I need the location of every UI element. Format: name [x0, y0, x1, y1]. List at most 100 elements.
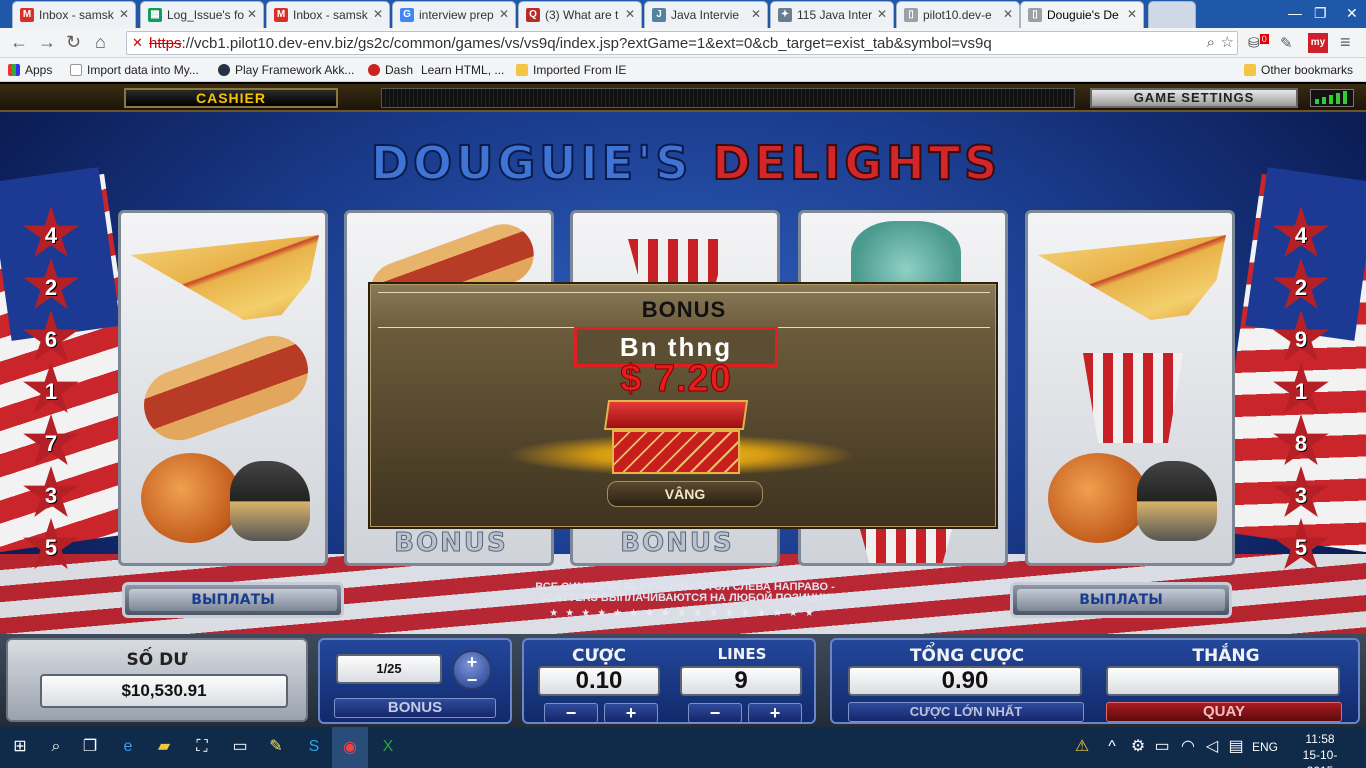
browser-tab[interactable]: ▦ Log_Issue's fo ✕ — [140, 1, 264, 28]
notepad-icon[interactable]: ✎ — [264, 735, 288, 759]
forward-icon[interactable]: → — [38, 32, 56, 53]
close-tab-icon[interactable]: ✕ — [499, 7, 509, 21]
new-tab-button[interactable] — [1148, 1, 1196, 28]
globe-icon — [218, 64, 230, 76]
bonus-button[interactable]: BONUS — [334, 698, 496, 718]
menu-icon[interactable]: ≡ — [1340, 32, 1351, 53]
bookmarks-bar: Apps Import data into My... Play Framewo… — [0, 58, 1366, 82]
reel-5 — [1025, 210, 1235, 566]
network-share-icon[interactable]: ⚙ — [1126, 735, 1150, 759]
extension-badge: 0 — [1259, 34, 1269, 44]
lines-decrease-button[interactable]: − — [688, 703, 742, 723]
bonus-counter: 1/25 — [336, 654, 442, 684]
extension-icon[interactable]: ⛁ 0 — [1248, 34, 1269, 52]
address-bar[interactable]: ✕ https://vcb1.pilot10.dev-env.biz/gs2c/… — [126, 31, 1238, 55]
battery-icon[interactable]: ▭ — [1150, 735, 1174, 759]
soda-cup-symbol — [1083, 353, 1183, 443]
skype-icon[interactable]: S — [302, 735, 326, 759]
bookmark-dash[interactable]: Dash — [368, 63, 413, 77]
popup-title: BONUS — [378, 292, 990, 328]
sneaker-symbol — [230, 461, 310, 541]
volume-icon[interactable]: ◁ — [1200, 735, 1224, 759]
tab-label: Inbox - samsk — [39, 8, 114, 22]
signal-strength-icon — [1310, 89, 1354, 107]
browser-tab[interactable]: J Java Intervie ✕ — [644, 1, 768, 28]
eyedropper-icon[interactable]: ✎ — [1280, 34, 1293, 52]
balance-panel: SỐ DƯ $10,530.91 — [6, 638, 308, 722]
close-tab-icon[interactable]: ✕ — [373, 7, 383, 21]
minimize-icon[interactable]: — — [1288, 5, 1302, 21]
bookmark-learn-html[interactable]: Learn HTML, ... — [421, 63, 504, 77]
edge-icon[interactable]: e — [116, 735, 140, 759]
payouts-button-left[interactable]: ВЫПЛАТЫ — [122, 582, 344, 618]
bookmark-apps[interactable]: Apps — [8, 63, 52, 77]
browser-tab[interactable]: M Inbox - samsk ✕ — [12, 1, 136, 28]
file-explorer-icon[interactable]: ▰ — [152, 735, 176, 759]
spin-button[interactable]: QUAY — [1106, 702, 1342, 722]
notifications-icon[interactable]: ▤ — [1224, 735, 1248, 759]
close-tab-icon[interactable]: ✕ — [119, 7, 129, 21]
bookmark-imported-from-ie[interactable]: Imported From IE — [516, 63, 626, 77]
home-icon[interactable]: ⌂ — [95, 32, 106, 53]
basketball-symbol — [141, 453, 241, 543]
browser-tab[interactable]: ✦ 115 Java Inter ✕ — [770, 1, 894, 28]
popup-ok-button[interactable]: VÂNG — [607, 481, 763, 507]
other-bookmarks[interactable]: Other bookmarks — [1244, 63, 1353, 77]
browser-tab[interactable]: Q (3) What are t ✕ — [518, 1, 642, 28]
cashier-button[interactable]: CASHIER — [124, 88, 338, 108]
warning-icon[interactable]: ⚠ — [1070, 735, 1094, 759]
close-tab-icon[interactable]: ✕ — [1003, 7, 1013, 21]
chrome-icon[interactable]: ◉ — [332, 727, 368, 768]
reload-icon[interactable]: ↻ — [66, 32, 81, 53]
store-icon[interactable]: ⛶ — [190, 735, 214, 759]
close-tab-icon[interactable]: ✕ — [247, 7, 257, 21]
browser-tab[interactable]: Ginterview prep ✕ — [392, 1, 516, 28]
excel-icon[interactable]: X — [376, 735, 400, 759]
back-icon[interactable]: ← — [10, 32, 28, 53]
bet-increase-button[interactable]: + — [604, 703, 658, 723]
show-hidden-icons[interactable]: ^ — [1100, 735, 1124, 759]
maximize-icon[interactable]: ❐ — [1314, 5, 1327, 22]
payouts-button-right[interactable]: ВЫПЛАТЫ — [1010, 582, 1232, 618]
title-part1: DOUGUIE'S — [370, 136, 693, 190]
browser-tab[interactable]: ▯ pilot10.dev-e ✕ — [896, 1, 1020, 28]
clock[interactable]: 11:58 15-10-2015 — [1290, 731, 1350, 768]
close-tab-icon[interactable]: ✕ — [751, 7, 761, 21]
tab-label: Inbox - samsk — [293, 8, 368, 22]
bet-decrease-button[interactable]: − — [544, 703, 598, 723]
tab-strip: M Inbox - samsk ✕ ▦ Log_Issue's fo ✕ M Inbox - … — [0, 0, 1366, 28]
gmail-icon: M — [20, 8, 34, 22]
close-tab-icon[interactable]: ✕ — [1127, 7, 1137, 21]
lines-increase-button[interactable]: + — [748, 703, 802, 723]
close-icon[interactable]: ✕ — [1346, 5, 1358, 22]
bet-label: CƯỢC — [571, 646, 626, 666]
title-part2: DELIGHTS — [711, 136, 1002, 190]
gmail-icon: M — [274, 8, 288, 22]
start-windows-icon[interactable]: ⊞ — [8, 735, 32, 759]
wifi-icon[interactable]: ◠ — [1176, 735, 1200, 759]
zoom-icon[interactable]: ⌕ — [1207, 34, 1215, 51]
game-settings-button[interactable]: GAME SETTINGS — [1090, 88, 1298, 108]
task-view-icon[interactable]: ❐ — [78, 735, 102, 759]
language-indicator[interactable]: ENG — [1252, 740, 1278, 754]
folder-icon — [516, 64, 528, 76]
bookmark-import-data[interactable]: Import data into My... — [70, 63, 199, 77]
bonus-stepper[interactable]: + − — [452, 650, 492, 690]
tab-label: Log_Issue's fo — [167, 8, 245, 22]
browser-tab[interactable]: M Inbox - samsk ✕ — [266, 1, 390, 28]
balance-label: SỐ DƯ — [126, 650, 188, 670]
spin-panel: TỔNG CƯỢC THẮNG 0.90 CƯỢC LỚN NHẤT QUAY — [830, 638, 1360, 724]
browser-tab[interactable]: ▯ Douguie's De ✕ — [1020, 1, 1144, 28]
close-tab-icon[interactable]: ✕ — [625, 7, 635, 21]
treasure-chest-icon — [603, 400, 749, 474]
bookmark-play-framework[interactable]: Play Framework Akk... — [218, 63, 354, 77]
bookmark-star-icon[interactable]: ☆ — [1221, 33, 1234, 51]
close-tab-icon[interactable]: ✕ — [877, 7, 887, 21]
dash-icon — [368, 64, 380, 76]
terminal-icon[interactable]: ▭ — [228, 735, 252, 759]
my-extension-icon[interactable]: my — [1308, 33, 1328, 53]
search-icon[interactable]: ⌕ — [44, 735, 68, 759]
pizza-symbol — [131, 235, 319, 320]
decorative-stars: ★★★★★★★★★★★★★★★★★ — [549, 608, 821, 619]
max-bet-button[interactable]: CƯỢC LỚN NHẤT — [848, 702, 1084, 722]
